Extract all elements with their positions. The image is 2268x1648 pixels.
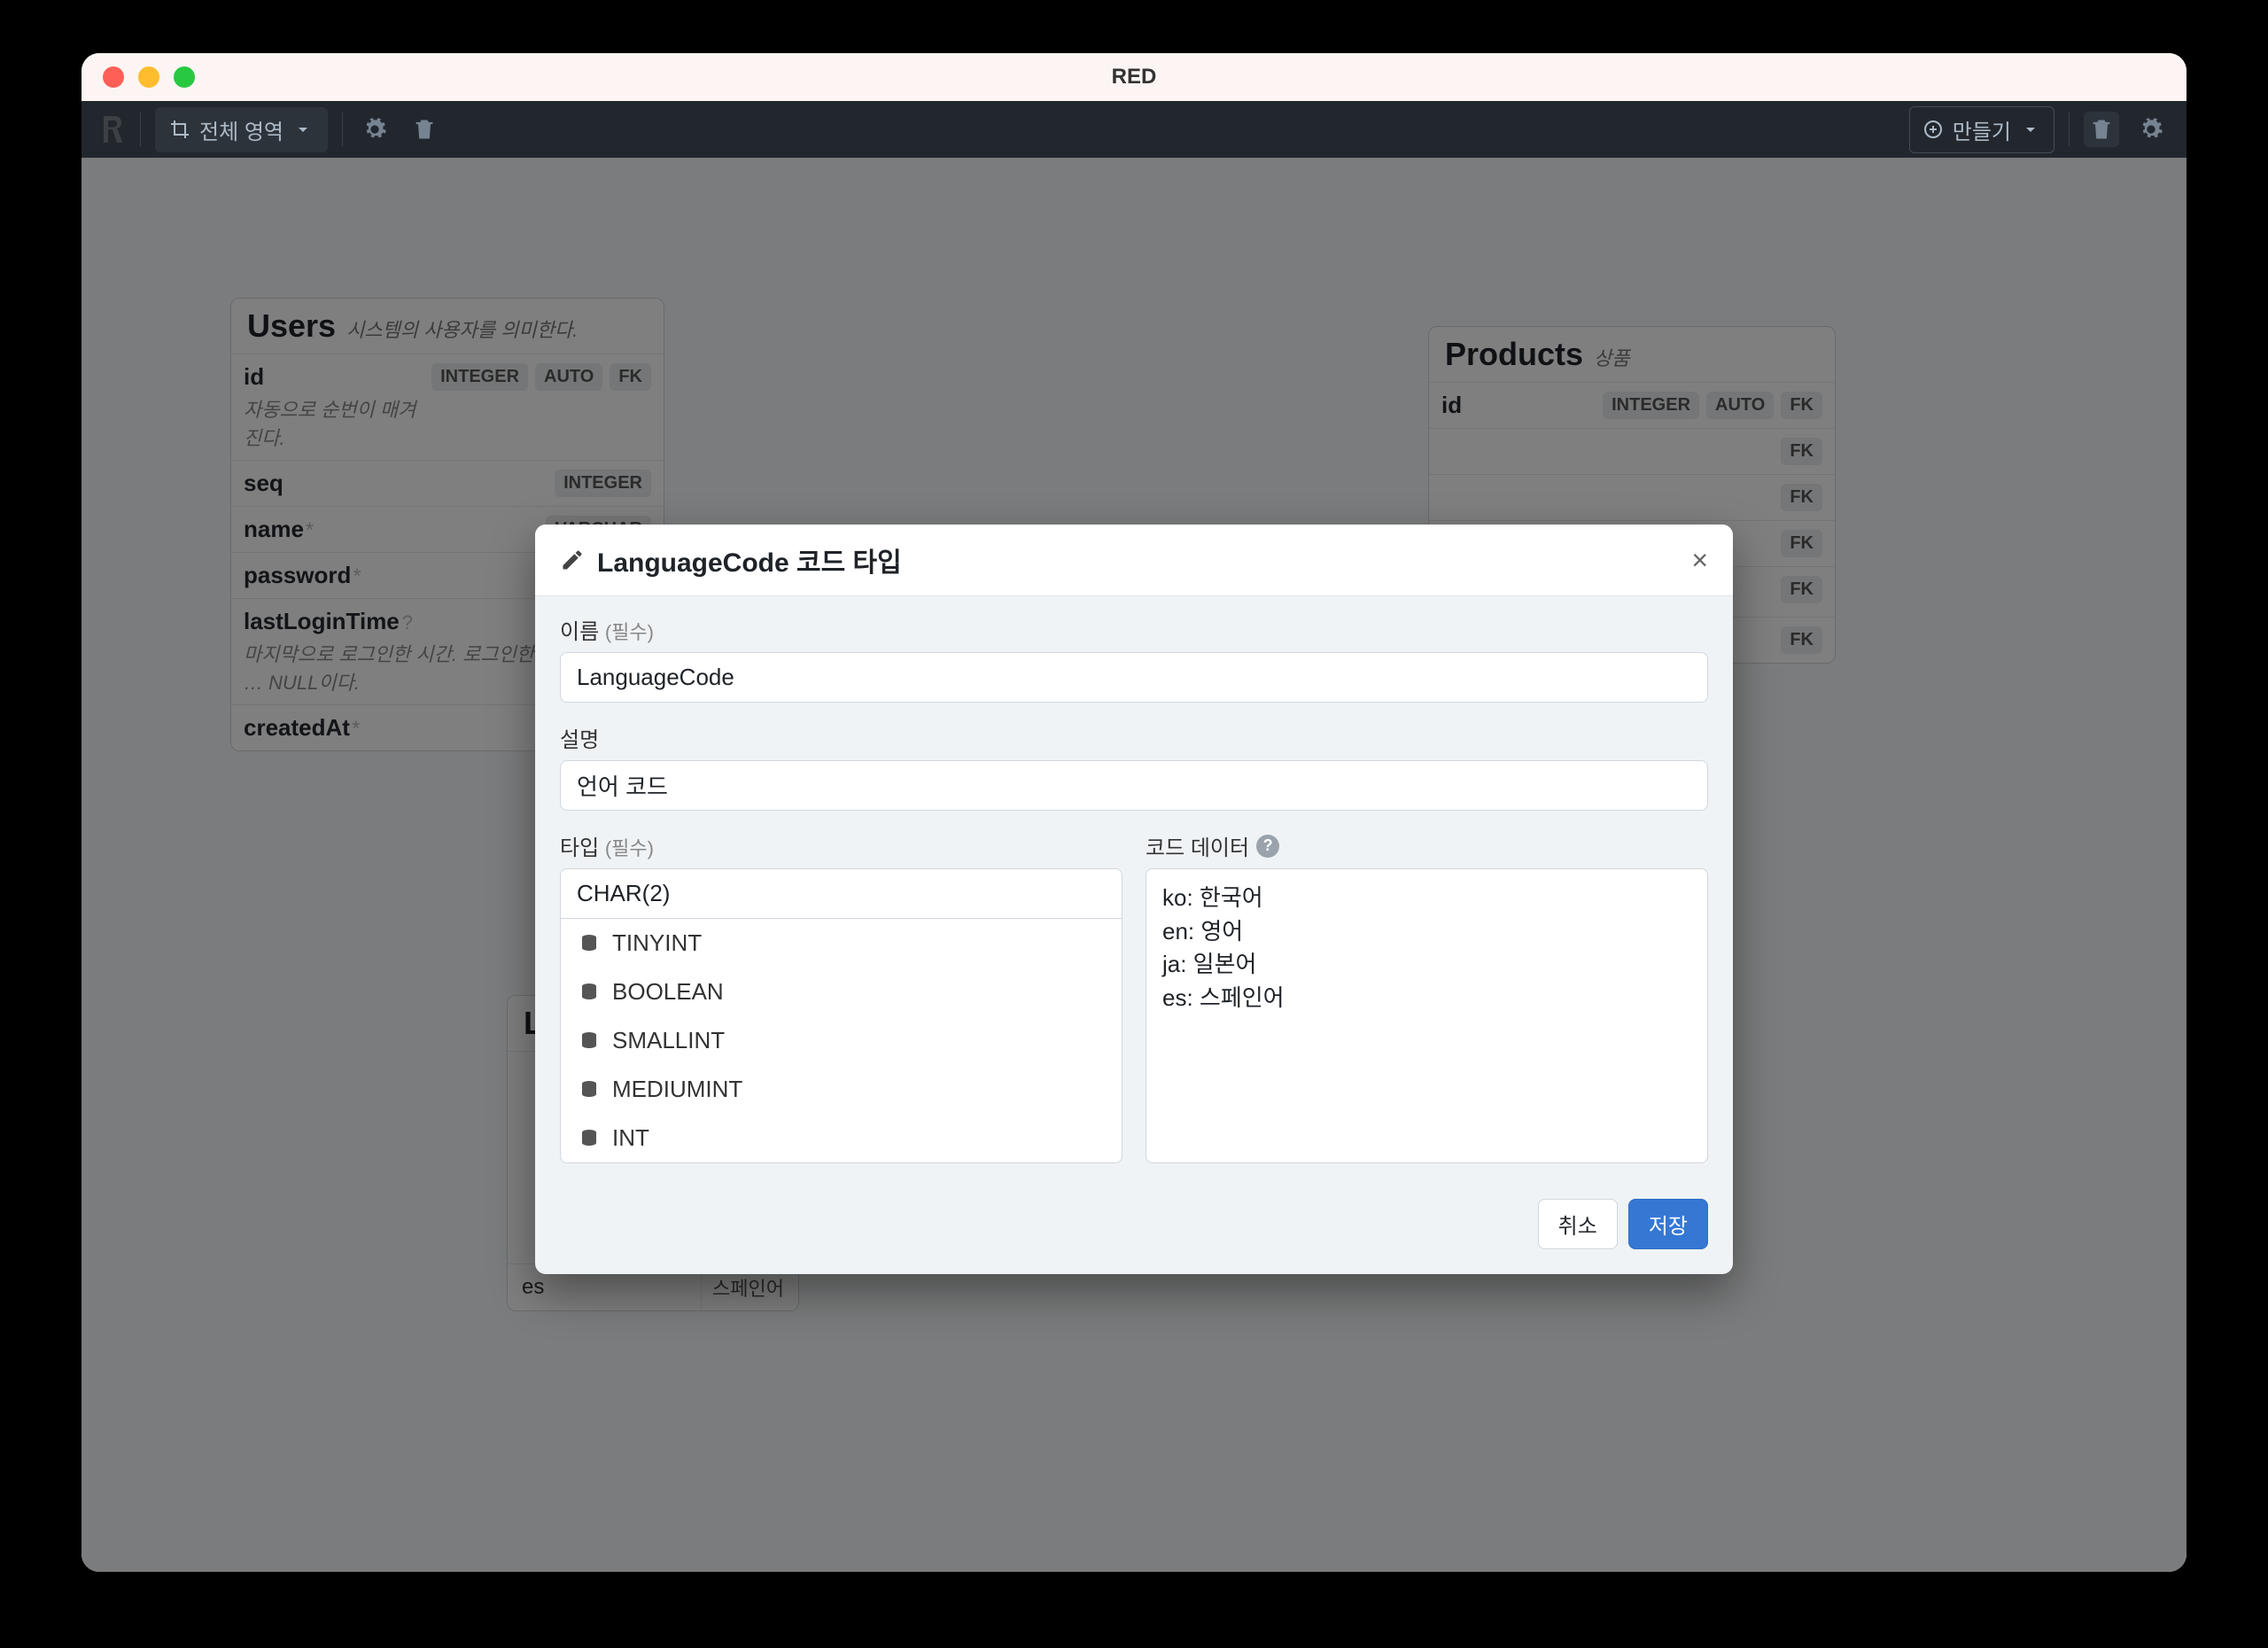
database-icon — [579, 1079, 600, 1100]
help-icon[interactable]: ? — [1256, 835, 1279, 858]
database-icon — [579, 1030, 600, 1052]
trash-icon — [412, 117, 437, 142]
database-icon — [579, 1128, 600, 1149]
type-label: 타입 (필수) — [560, 830, 1122, 861]
minimize-window-button[interactable] — [138, 66, 159, 88]
desc-input[interactable] — [560, 760, 1708, 811]
delete-button[interactable] — [407, 112, 442, 147]
type-option[interactable]: MEDIUMINT — [561, 1065, 1122, 1114]
scope-selector[interactable]: 전체 영역 — [155, 107, 328, 152]
type-option[interactable]: BOOLEAN — [561, 968, 1122, 1016]
settings-button-right[interactable] — [2133, 112, 2169, 147]
maximize-window-button[interactable] — [174, 66, 195, 88]
modal-close-button[interactable]: × — [1691, 546, 1708, 574]
plus-circle-icon — [1922, 119, 1944, 140]
type-option[interactable]: INT — [561, 1114, 1122, 1162]
app-window: RED 전체 영역 만들기 — [82, 53, 2186, 1572]
modal-footer: 취소 저장 — [535, 1181, 1733, 1274]
type-option[interactable]: SMALLINT — [561, 1016, 1122, 1065]
canvas[interactable]: Users 시스템의 사용자를 의미한다. id자동으로 순번이 매겨진다.IN… — [82, 158, 2186, 1572]
name-label: 이름 (필수) — [560, 614, 1708, 645]
close-window-button[interactable] — [103, 66, 124, 88]
code-data-label: 코드 데이터 ? — [1146, 830, 1708, 861]
type-input[interactable] — [560, 868, 1122, 919]
chevron-down-icon — [2020, 119, 2041, 140]
trash-icon — [2089, 117, 2114, 142]
scope-label: 전체 영역 — [199, 114, 284, 145]
create-button[interactable]: 만들기 — [1909, 106, 2054, 153]
gear-icon — [362, 117, 387, 142]
desc-label: 설명 — [560, 722, 1708, 753]
name-input[interactable] — [560, 652, 1708, 703]
settings-button[interactable] — [357, 112, 392, 147]
toolbar: 전체 영역 만들기 — [82, 101, 2186, 158]
delete-button-right[interactable] — [2084, 112, 2119, 147]
modal-title: LanguageCode 코드 타입 — [597, 540, 902, 579]
titlebar: RED — [82, 53, 2186, 101]
database-icon — [579, 982, 600, 1003]
pencil-icon — [560, 548, 585, 572]
database-icon — [579, 933, 600, 954]
gear-icon — [2139, 117, 2163, 142]
traffic-lights — [103, 66, 195, 88]
type-suggestion-list: TINYINTBOOLEANSMALLINTMEDIUMINTINT — [560, 919, 1122, 1163]
create-label: 만들기 — [1953, 114, 2011, 145]
save-button[interactable]: 저장 — [1628, 1199, 1708, 1249]
modal-header: LanguageCode 코드 타입 × — [535, 525, 1733, 596]
code-type-modal: LanguageCode 코드 타입 × 이름 (필수) 설명 — [535, 525, 1733, 1274]
crop-icon — [169, 119, 190, 140]
chevron-down-icon — [292, 119, 314, 140]
cancel-button[interactable]: 취소 — [1538, 1199, 1618, 1249]
window-title: RED — [1112, 65, 1157, 89]
app-logo-icon — [99, 113, 126, 145]
code-data-textarea[interactable] — [1146, 868, 1708, 1163]
type-option[interactable]: TINYINT — [561, 919, 1122, 968]
